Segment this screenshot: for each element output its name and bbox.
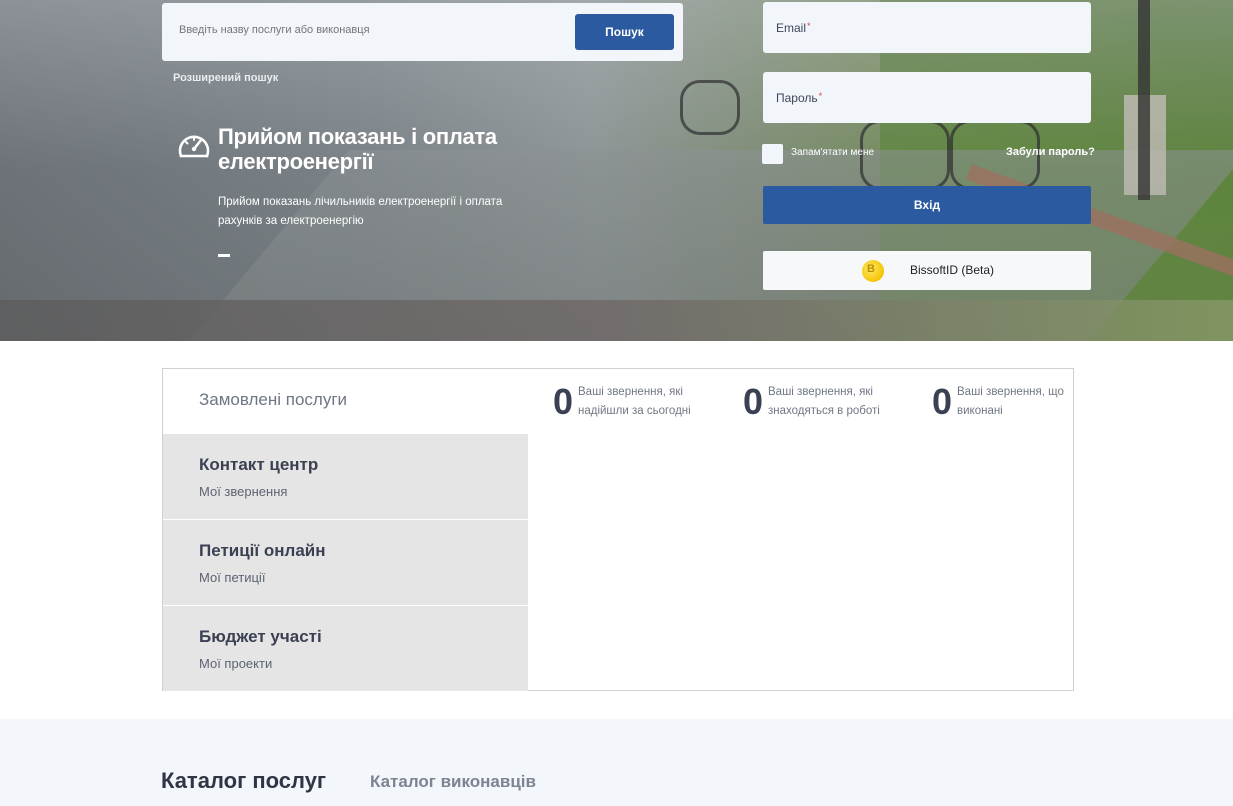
menu-item-subtitle[interactable]: Мої петиції xyxy=(199,570,265,585)
stat-label: Ваші звернення, які надійшли за сьогодні xyxy=(578,386,691,417)
menu-item-title: Бюджет участі xyxy=(199,627,322,646)
promo-title[interactable]: Прийом показань і оплата електроенергії xyxy=(218,124,548,174)
menu-item-title: Петиції онлайн xyxy=(199,541,326,560)
bissoft-id-label: BissoftID (Beta) xyxy=(910,263,995,277)
password-label: Пароль* xyxy=(776,91,823,105)
forgot-password-link[interactable]: Забули пароль? xyxy=(1006,146,1095,158)
menu-item-participation-budget[interactable]: Бюджет участі Мої проекти xyxy=(163,606,528,691)
speedometer-icon xyxy=(178,135,210,158)
ordered-services-title: Замовлені послуги xyxy=(199,390,348,409)
password-field[interactable]: Пароль* xyxy=(763,72,1091,123)
required-mark: * xyxy=(818,91,823,101)
promo-description: Прийом показань лічильників електроенерг… xyxy=(218,196,503,227)
stat-label: Ваші звернення, які знаходяться в роботі xyxy=(768,386,880,417)
slider-indicator[interactable] xyxy=(218,254,230,257)
email-field[interactable]: Email* xyxy=(763,2,1091,53)
remember-me-checkbox[interactable] xyxy=(762,144,783,164)
menu-item-contact-center[interactable]: Контакт центр Мої звернення xyxy=(163,434,528,519)
tab-performers-catalog[interactable]: Каталог виконавців xyxy=(370,772,536,792)
advanced-search-link[interactable]: Розширений пошук xyxy=(173,72,278,84)
stat-label: Ваші звернення, що виконані xyxy=(957,386,1064,417)
required-mark: * xyxy=(807,21,811,31)
menu-item-petitions[interactable]: Петиції онлайн Мої петиції xyxy=(163,520,528,605)
menu-item-title: Контакт центр xyxy=(199,455,319,474)
search-button[interactable]: Пошук xyxy=(575,14,674,50)
stat-value: 0 xyxy=(743,381,764,422)
login-button[interactable]: Вхід xyxy=(763,186,1091,224)
stat-value: 0 xyxy=(932,381,953,422)
bissoft-id-button[interactable]: B BissoftID (Beta) xyxy=(763,251,1091,290)
stat-value: 0 xyxy=(553,381,574,422)
menu-item-subtitle[interactable]: Мої звернення xyxy=(199,484,287,499)
bissoft-logo-icon: B xyxy=(862,260,884,282)
tab-services-catalog[interactable]: Каталог послуг xyxy=(161,768,326,794)
email-label: Email* xyxy=(776,21,811,35)
search-input[interactable] xyxy=(179,24,559,36)
ordered-services-panel: Замовлені послуги Контакт центр Мої звер… xyxy=(162,368,1074,691)
remember-me-label[interactable]: Запам'ятати мене xyxy=(791,147,874,158)
search-box: Пошук xyxy=(162,3,683,61)
hero-background-lamppost xyxy=(1138,0,1150,200)
hero-background-bench xyxy=(680,80,740,135)
menu-item-subtitle[interactable]: Мої проекти xyxy=(199,656,272,671)
hero-background-ground xyxy=(0,300,1233,341)
